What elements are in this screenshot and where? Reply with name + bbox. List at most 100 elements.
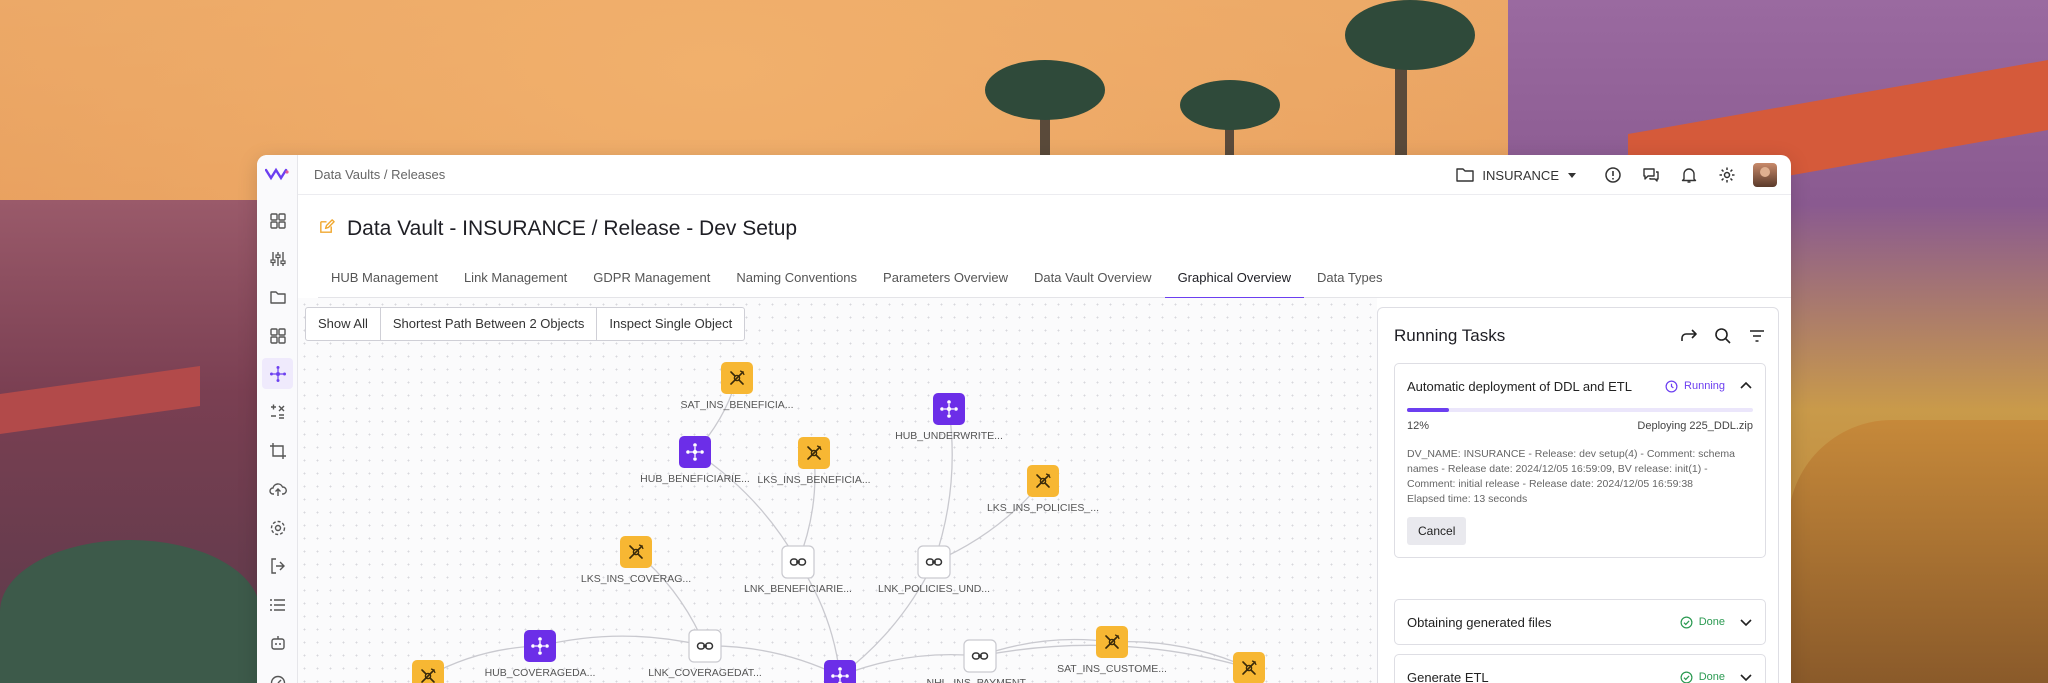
search-icon[interactable] xyxy=(1714,327,1732,345)
info-icon[interactable] xyxy=(1601,163,1625,187)
graph-node-link[interactable]: LNK_POLICIES_UND... xyxy=(878,545,990,595)
caret-down-icon xyxy=(1568,173,1576,178)
graph-node-link[interactable]: LNK_COVERAGEDAT... xyxy=(648,629,762,679)
tab-naming-conventions[interactable]: Naming Conventions xyxy=(723,265,870,298)
graph-node-link[interactable]: NHL_INS_PAYMENT... xyxy=(927,639,1034,683)
bell-icon[interactable] xyxy=(1677,163,1701,187)
status-badge: Running xyxy=(1665,380,1725,393)
sidebar-graph-icon[interactable] xyxy=(262,358,293,389)
graph-node-hub[interactable]: HUB_COVERAGEDA... xyxy=(485,630,596,679)
graph-node-sat[interactable]: LKS_INS_BENEFICIA... xyxy=(757,437,871,486)
graph-node-hub[interactable]: HUB_UNDERWRITE... xyxy=(895,393,1003,442)
filter-icon[interactable] xyxy=(1748,327,1766,345)
task-elapsed-time: Elapsed time: 13 seconds xyxy=(1407,493,1528,505)
graph-node-label: LKS_INS_BENEFICIA... xyxy=(757,474,870,486)
clock-icon xyxy=(1665,380,1678,392)
tab-data-vault-overview[interactable]: Data Vault Overview xyxy=(1021,265,1165,298)
graph-node-sat[interactable] xyxy=(412,660,444,683)
cancel-button[interactable]: Cancel xyxy=(1407,517,1467,545)
status-badge: Done xyxy=(1680,671,1725,683)
sidebar-grid-icon[interactable] xyxy=(262,320,293,351)
graph-node-label: LNK_BENEFICIARIE... xyxy=(744,583,852,595)
task-card-done[interactable]: Generate ETL Done xyxy=(1394,654,1766,683)
sidebar-cloud-upload-icon[interactable] xyxy=(262,473,293,504)
sidebar-gauge-icon[interactable] xyxy=(262,666,293,683)
graph-node-label: LNK_COVERAGEDAT... xyxy=(648,667,762,679)
tab-link-management[interactable]: Link Management xyxy=(451,265,580,298)
edit-icon[interactable] xyxy=(318,218,335,240)
task-name: Obtaining generated files xyxy=(1407,614,1552,630)
graph-node-link[interactable]: LNK_BENEFICIARIE... xyxy=(744,545,852,595)
task-name: Automatic deployment of DDL and ETL xyxy=(1407,378,1632,394)
graph-node-sat[interactable]: LKS_INS_COVERAG... xyxy=(581,536,691,585)
graph-node-label: LKS_INS_COVERAG... xyxy=(581,573,691,585)
show-all-button[interactable]: Show All xyxy=(306,308,381,340)
app-window: Data Vaults / Releases INSURANCE Data Va… xyxy=(257,155,1791,683)
graph-edge xyxy=(797,561,841,677)
sidebar-logout-icon[interactable] xyxy=(262,550,293,581)
graph-node-label: HUB_COVERAGEDA... xyxy=(485,667,596,679)
sidebar-list-icon[interactable] xyxy=(262,589,293,620)
status-badge: Done xyxy=(1680,616,1725,629)
check-circle-icon xyxy=(1680,616,1693,628)
graph-node-hub[interactable] xyxy=(824,660,856,683)
inspect-single-object-button[interactable]: Inspect Single Object xyxy=(597,308,744,340)
progress-percent: 12% xyxy=(1407,420,1430,432)
shortest-path-button[interactable]: Shortest Path Between 2 Objects xyxy=(381,308,598,340)
graph-node-label: SAT_INS_CUSTOME... xyxy=(1057,663,1167,675)
graph-mode-buttons: Show All Shortest Path Between 2 Objects… xyxy=(305,307,746,341)
graph-node-label: LKS_INS_POLICIES_... xyxy=(987,502,1099,514)
tab-hub-management[interactable]: HUB Management xyxy=(318,265,451,298)
graph-node-hub[interactable]: HUB_BENEFICIARIE... xyxy=(640,436,750,485)
tab-graphical-overview[interactable]: Graphical Overview xyxy=(1164,265,1305,299)
graph-node-label: SAT_INS_BENEFICIA... xyxy=(680,399,793,411)
graph-edge xyxy=(539,635,706,647)
task-card-done[interactable]: Obtaining generated files Done xyxy=(1394,599,1766,645)
chevron-down-icon[interactable] xyxy=(1739,615,1753,629)
tab-parameters-overview[interactable]: Parameters Overview xyxy=(870,265,1021,298)
sidebar-crop-icon[interactable] xyxy=(262,435,293,466)
sidebar-calculator-icon[interactable] xyxy=(262,396,293,427)
running-tasks-panel: Running Tasks Automatic deployment of DD… xyxy=(1377,307,1779,683)
graph-edge xyxy=(839,654,981,677)
running-tasks-title: Running Tasks xyxy=(1394,326,1506,345)
check-circle-icon xyxy=(1680,671,1693,683)
chat-icon[interactable] xyxy=(1639,163,1663,187)
sidebar-dashboard-icon[interactable] xyxy=(262,205,293,236)
page-title: Data Vault - INSURANCE / Release - Dev S… xyxy=(347,217,798,240)
graph-node-sat[interactable]: SAT_CSM_CUSTOM... xyxy=(1195,652,1304,683)
top-bar: Data Vaults / Releases INSURANCE xyxy=(298,155,1791,195)
graph-node-label: HUB_BENEFICIARIE... xyxy=(640,473,750,485)
sidebar-settings-icon[interactable] xyxy=(262,512,293,543)
sidebar-folder-icon[interactable] xyxy=(262,281,293,312)
graph-node-label: NHL_INS_PAYMENT... xyxy=(927,677,1034,683)
app-logo-icon[interactable] xyxy=(265,167,289,181)
graph-node-label: LNK_POLICIES_UND... xyxy=(878,583,990,595)
redirect-icon[interactable] xyxy=(1680,327,1698,345)
graph-canvas[interactable]: SAT_INS_BENEFICIA... HUB_BENEFICIARIE... L… xyxy=(298,298,1377,683)
progress-step: Deploying 225_DDL.zip xyxy=(1637,420,1753,432)
graph-edge xyxy=(979,638,1113,657)
gear-icon[interactable] xyxy=(1715,163,1739,187)
progress-bar xyxy=(1407,408,1753,412)
sidebar-robot-icon[interactable] xyxy=(262,627,293,658)
chevron-down-icon[interactable] xyxy=(1739,670,1753,683)
project-name: INSURANCE xyxy=(1482,167,1559,183)
sidebar-sliders-icon[interactable] xyxy=(262,243,293,274)
task-card-running: Automatic deployment of DDL and ETL Runn… xyxy=(1394,363,1766,558)
graph-node-sat[interactable]: SAT_INS_BENEFICIA... xyxy=(680,362,794,411)
task-name: Generate ETL xyxy=(1407,669,1489,683)
graph-node-sat[interactable]: SAT_INS_CUSTOME... xyxy=(1057,626,1167,675)
user-avatar[interactable] xyxy=(1753,163,1777,187)
project-selector[interactable]: INSURANCE xyxy=(1456,167,1577,183)
tab-data-types[interactable]: Data Types xyxy=(1304,265,1396,298)
graph-node-sat[interactable]: LKS_INS_POLICIES_... xyxy=(987,465,1099,514)
sidebar xyxy=(257,155,298,683)
tab-gdpr-management[interactable]: GDPR Management xyxy=(580,265,723,298)
breadcrumb[interactable]: Data Vaults / Releases xyxy=(314,167,445,182)
chevron-up-icon[interactable] xyxy=(1739,379,1753,393)
task-description: DV_NAME: INSURANCE - Release: dev setup(… xyxy=(1407,448,1735,490)
graph-edge xyxy=(839,561,935,677)
graph-diagram[interactable]: SAT_INS_BENEFICIA... HUB_BENEFICIARIE... L… xyxy=(298,298,1377,683)
progress-fill xyxy=(1407,408,1449,412)
